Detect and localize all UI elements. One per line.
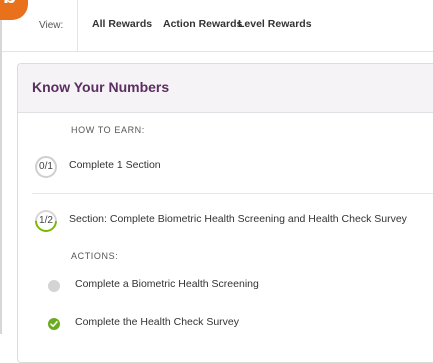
check-icon — [48, 318, 60, 330]
tab-all-rewards[interactable]: All Rewards — [92, 18, 152, 30]
action-link[interactable]: Complete a Biometric Health Screening — [75, 278, 259, 290]
rewards-panel: b View: All Rewards Action Rewards Level… — [0, 0, 433, 363]
action-link[interactable]: Complete the Health Check Survey — [75, 316, 239, 328]
section-label: Section: Complete Biometric Health Scree… — [69, 213, 407, 225]
card-title: Know Your Numbers — [32, 79, 170, 95]
divider — [32, 193, 433, 194]
incomplete-status-icon — [48, 280, 60, 292]
view-label: View: — [39, 20, 64, 31]
progress-count: 0/1 — [39, 161, 53, 172]
actions-label: ACTIONS: — [71, 251, 119, 261]
tab-action-rewards[interactable]: Action Rewards — [163, 18, 242, 30]
progress-ring-icon: 1/2 — [30, 205, 62, 237]
requirement-label: Complete 1 Section — [69, 159, 161, 171]
view-filter-bar: View: All Rewards Action Rewards Level R… — [2, 0, 433, 52]
reward-card: Know Your Numbers HOW TO EARN: 0/1 Compl… — [17, 63, 433, 363]
how-to-earn-label: HOW TO EARN: — [71, 125, 145, 135]
section-badge-letter: b — [3, 0, 16, 9]
progress-ring-icon: 0/1 — [35, 156, 57, 178]
filter-divider — [77, 0, 78, 52]
tab-level-rewards[interactable]: Level Rewards — [238, 18, 312, 30]
progress-count: 1/2 — [39, 215, 53, 226]
card-header[interactable]: Know Your Numbers — [18, 64, 433, 113]
